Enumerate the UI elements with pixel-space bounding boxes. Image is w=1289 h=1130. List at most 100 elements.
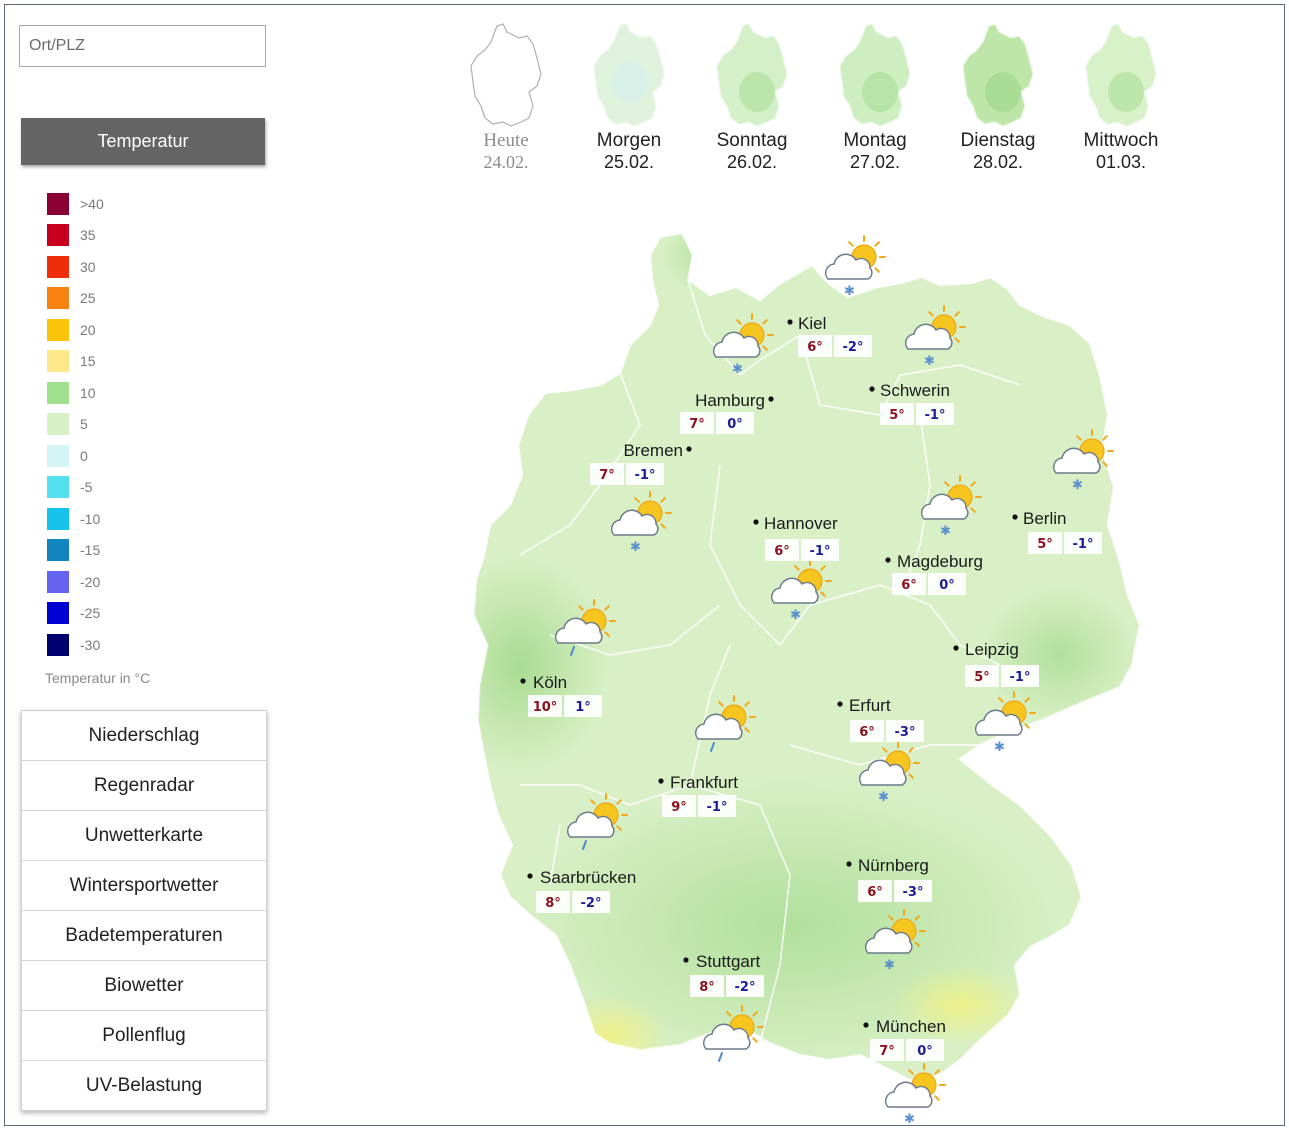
legend-label: 5 — [80, 416, 88, 433]
germany-weather-map: ✱ Kiel 6° -2° ✱ Hamburg 7° 0° ✱ Schwerin 5° -1° ✱ Bre… — [472, 231, 1142, 1125]
day-tab-5[interactable]: Mittwoch 01.03. — [1066, 22, 1176, 173]
legend-row: -15 — [47, 535, 104, 567]
legend-label: 20 — [80, 321, 96, 338]
city-name: München — [876, 1017, 946, 1036]
max-temp: 6° — [807, 340, 823, 355]
legend-label: -25 — [80, 605, 101, 622]
legend-row: 5 — [47, 409, 104, 441]
day-tab-4[interactable]: Dienstag 28.02. — [943, 22, 1053, 173]
max-temp: 7° — [599, 468, 615, 483]
max-temp: 8° — [545, 896, 561, 911]
location-search-input[interactable] — [20, 26, 265, 66]
day-tab-1[interactable]: Morgen 25.02. — [574, 22, 684, 173]
city-dot — [837, 701, 843, 707]
min-temp: -1° — [1010, 670, 1031, 685]
svg-text:✱: ✱ — [884, 958, 895, 973]
city-dot — [787, 319, 793, 325]
legend-label: 25 — [80, 290, 96, 307]
menu-item-uv-belastung[interactable]: UV-Belastung — [22, 1061, 266, 1110]
min-temp: 0° — [727, 417, 743, 432]
city-dot — [846, 861, 852, 867]
svg-text:✱: ✱ — [844, 284, 855, 299]
max-temp: 9° — [671, 800, 687, 815]
legend-swatch — [47, 602, 69, 625]
city-dot — [520, 678, 526, 684]
legend-swatch — [47, 224, 69, 247]
max-temp: 7° — [879, 1044, 895, 1059]
svg-text:✱: ✱ — [630, 540, 641, 555]
city-name: Nürnberg — [858, 856, 929, 875]
day-name: Morgen — [596, 130, 662, 151]
legend-row: 0 — [47, 440, 104, 472]
max-temp: 5° — [889, 408, 905, 423]
day-name: Mittwoch — [1083, 130, 1159, 151]
legend-swatch — [47, 350, 69, 373]
day-name: Dienstag — [960, 130, 1036, 151]
menu-item-badetemperaturen[interactable]: Badetemperaturen — [22, 911, 266, 961]
day-tab-2[interactable]: Sonntag 26.02. — [697, 22, 807, 173]
legend-swatch — [47, 507, 69, 530]
city-name: Kiel — [798, 314, 826, 333]
min-temp: -2° — [735, 980, 756, 995]
min-temp: -1° — [810, 544, 831, 559]
location-search-field[interactable] — [19, 25, 266, 67]
day-tab-0[interactable]: Heute 24.02. — [451, 22, 561, 173]
svg-text:✱: ✱ — [790, 608, 801, 623]
legend-row: -30 — [47, 629, 104, 661]
day-mini-map-icon — [470, 23, 542, 127]
day-name: Montag — [843, 130, 907, 151]
max-temp: 6° — [774, 544, 790, 559]
city-name: Berlin — [1023, 509, 1066, 528]
legend-row: 30 — [47, 251, 104, 283]
menu-item-niederschlag[interactable]: Niederschlag — [22, 711, 266, 761]
min-temp: 1° — [575, 700, 591, 715]
min-temp: 0° — [939, 578, 955, 593]
min-temp: -2° — [843, 340, 864, 355]
max-temp: 8° — [699, 980, 715, 995]
legend-row: 10 — [47, 377, 104, 409]
max-temp: 5° — [974, 670, 990, 685]
legend-swatch — [47, 570, 69, 593]
city-dot — [683, 957, 689, 963]
legend-label: -20 — [80, 573, 101, 590]
max-temp: 6° — [867, 885, 883, 900]
menu-item-unwetterkarte[interactable]: Unwetterkarte — [22, 811, 266, 861]
temperature-layer-button[interactable]: Temperatur — [21, 118, 265, 165]
legend-label: 0 — [80, 447, 88, 464]
city-dot — [1012, 514, 1018, 520]
legend-label: -10 — [80, 510, 101, 527]
menu-item-biowetter[interactable]: Biowetter — [22, 961, 266, 1011]
max-temp: 5° — [1037, 537, 1053, 552]
min-temp: -3° — [895, 725, 916, 740]
day-date: 27.02. — [849, 152, 901, 172]
layer-menu: Niederschlag Regenradar Unwetterkarte Winte… — [21, 710, 267, 1111]
city-name: Erfurt — [849, 696, 891, 715]
city-dot — [863, 1022, 869, 1028]
legend-swatch — [47, 381, 69, 404]
day-name: Sonntag — [716, 130, 788, 151]
legend-row: 25 — [47, 283, 104, 315]
city-name: Bremen — [623, 441, 683, 460]
menu-item-pollenflug[interactable]: Pollenflug — [22, 1011, 266, 1061]
legend-label: -15 — [80, 542, 101, 559]
day-date: 26.02. — [726, 152, 778, 172]
city-name: Schwerin — [880, 381, 950, 400]
legend-swatch — [47, 192, 69, 215]
legend-row: -10 — [47, 503, 104, 535]
svg-text:✱: ✱ — [940, 524, 951, 539]
max-temp: 6° — [901, 578, 917, 593]
city-dot — [885, 557, 891, 563]
city-name: Hannover — [764, 514, 838, 533]
svg-text:✱: ✱ — [1072, 478, 1083, 493]
svg-text:✱: ✱ — [878, 790, 889, 805]
city-name: Hamburg — [695, 391, 765, 410]
legend-label: -5 — [80, 479, 93, 496]
day-tab-3[interactable]: Montag 27.02. — [820, 22, 930, 173]
city-dot — [658, 778, 664, 784]
city-name: Magdeburg — [897, 552, 983, 571]
menu-item-regenradar[interactable]: Regenradar — [22, 761, 266, 811]
legend-label: 15 — [80, 353, 96, 370]
legend-row: 15 — [47, 346, 104, 378]
menu-item-wintersportwetter[interactable]: Wintersportwetter — [22, 861, 266, 911]
svg-text:✱: ✱ — [732, 362, 743, 377]
